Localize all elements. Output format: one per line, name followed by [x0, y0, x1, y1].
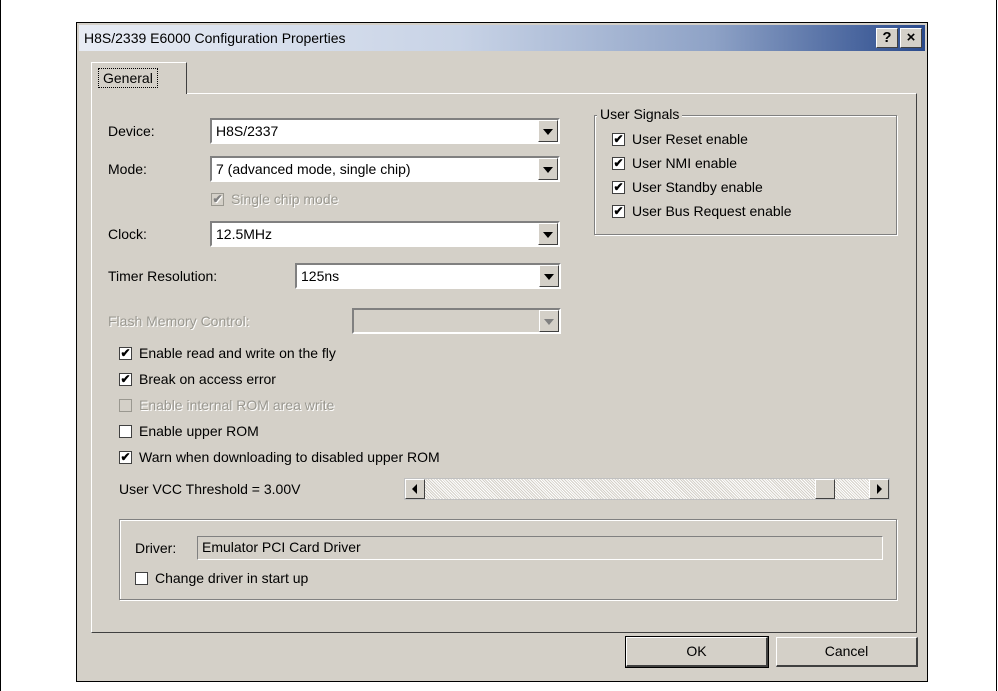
- tab-general[interactable]: General: [91, 62, 187, 94]
- break-on-access-error-checkbox[interactable]: ✔ Break on access error: [119, 371, 439, 389]
- title-bar[interactable]: H8S/2339 E6000 Configuration Properties …: [79, 25, 925, 51]
- driver-label: Driver:: [135, 540, 177, 556]
- single-chip-mode-box: ✔: [211, 192, 224, 206]
- user-signals-title: User Signals: [597, 106, 683, 122]
- clock-select[interactable]: 12.5MHz: [210, 221, 560, 247]
- device-dropdown-button[interactable]: [538, 120, 558, 142]
- user-bus-request-enable-label: User Bus Request enable: [632, 203, 792, 219]
- internal-rom-write-label: Enable internal ROM area write: [139, 397, 335, 413]
- user-standby-enable-label: User Standby enable: [632, 179, 763, 195]
- timer-resolution-value: 125ns: [301, 268, 340, 284]
- page-frame-left: [0, 0, 1, 691]
- arrow-right-icon: [877, 484, 882, 494]
- user-reset-enable-label: User Reset enable: [632, 131, 748, 147]
- help-button[interactable]: ?: [876, 28, 898, 48]
- rw-on-the-fly-checkbox[interactable]: ✔ Enable read and write on the fly: [119, 345, 439, 363]
- chevron-down-icon: [544, 274, 554, 280]
- mode-dropdown-button[interactable]: [538, 158, 558, 180]
- page-frame-right: [996, 0, 997, 691]
- mode-label: Mode:: [108, 161, 147, 177]
- user-reset-enable-checkbox[interactable]: ✔ User Reset enable: [612, 131, 872, 149]
- clock-select-value: 12.5MHz: [216, 226, 273, 242]
- user-nmi-enable-checkbox[interactable]: ✔ User NMI enable: [612, 155, 872, 173]
- driver-field: Emulator PCI Card Driver: [197, 536, 883, 560]
- properties-dialog: H8S/2339 E6000 Configuration Properties …: [76, 22, 928, 682]
- flash-memory-control-label: Flash Memory Control:: [108, 313, 250, 329]
- user-nmi-enable-label: User NMI enable: [632, 155, 738, 171]
- break-on-access-error-box: ✔: [119, 372, 132, 386]
- enable-upper-rom-checkbox[interactable]: Enable upper ROM: [119, 423, 439, 441]
- window-title: H8S/2339 E6000 Configuration Properties: [84, 30, 346, 46]
- change-driver-label: Change driver in start up: [155, 570, 309, 586]
- slider-right-button[interactable]: [869, 479, 889, 499]
- chevron-down-icon: [543, 232, 553, 238]
- warn-upper-rom-label: Warn when downloading to disabled upper …: [139, 449, 440, 465]
- enable-upper-rom-label: Enable upper ROM: [139, 423, 259, 439]
- timer-resolution-dropdown-button[interactable]: [539, 265, 559, 287]
- internal-rom-write-checkbox[interactable]: Enable internal ROM area write: [119, 397, 439, 415]
- device-label: Device:: [108, 123, 155, 139]
- user-reset-enable-box: ✔: [612, 132, 625, 146]
- slider-thumb[interactable]: [815, 479, 835, 499]
- break-on-access-error-label: Break on access error: [139, 371, 276, 387]
- change-driver-box: [135, 572, 148, 585]
- help-icon: ?: [882, 29, 892, 46]
- arrow-left-icon: [412, 484, 417, 494]
- vcc-threshold-label: User VCC Threshold = 3.00V: [119, 481, 301, 497]
- user-nmi-enable-box: ✔: [612, 156, 625, 170]
- chevron-down-icon: [543, 129, 553, 135]
- warn-upper-rom-checkbox[interactable]: ✔ Warn when downloading to disabled uppe…: [119, 449, 579, 467]
- internal-rom-write-box: [119, 399, 132, 412]
- chevron-down-icon: [543, 167, 553, 173]
- user-standby-enable-box: ✔: [612, 180, 625, 194]
- rw-on-the-fly-box: ✔: [119, 346, 132, 360]
- chevron-down-icon: [544, 319, 554, 325]
- ok-button[interactable]: OK: [625, 636, 769, 668]
- timer-resolution-label: Timer Resolution:: [108, 268, 218, 284]
- device-select[interactable]: H8S/2337: [210, 118, 560, 144]
- user-bus-request-enable-box: ✔: [612, 204, 625, 218]
- warn-upper-rom-box: ✔: [119, 450, 132, 464]
- close-button[interactable]: ×: [900, 28, 922, 48]
- mode-select[interactable]: 7 (advanced mode, single chip): [210, 156, 560, 182]
- tab-general-label: General: [98, 68, 158, 88]
- slider-left-button[interactable]: [405, 479, 425, 499]
- enable-upper-rom-box: [119, 425, 132, 438]
- close-icon: ×: [906, 29, 916, 46]
- single-chip-mode-checkbox[interactable]: ✔ Single chip mode: [211, 191, 411, 209]
- clock-label: Clock:: [108, 226, 147, 242]
- change-driver-checkbox[interactable]: Change driver in start up: [135, 570, 395, 588]
- timer-resolution-select[interactable]: 125ns: [295, 263, 561, 289]
- user-standby-enable-checkbox[interactable]: ✔ User Standby enable: [612, 179, 872, 197]
- vcc-threshold-slider[interactable]: [404, 478, 890, 500]
- flash-memory-control-select[interactable]: [352, 308, 561, 334]
- cancel-button[interactable]: Cancel: [776, 637, 918, 667]
- clock-dropdown-button[interactable]: [538, 223, 558, 245]
- mode-select-value: 7 (advanced mode, single chip): [216, 161, 411, 177]
- single-chip-mode-label: Single chip mode: [231, 191, 339, 207]
- device-select-value: H8S/2337: [216, 123, 279, 139]
- rw-on-the-fly-label: Enable read and write on the fly: [139, 345, 336, 361]
- flash-memory-control-dropdown-button[interactable]: [539, 310, 559, 332]
- user-bus-request-enable-checkbox[interactable]: ✔ User Bus Request enable: [612, 203, 872, 221]
- driver-value: Emulator PCI Card Driver: [202, 539, 361, 555]
